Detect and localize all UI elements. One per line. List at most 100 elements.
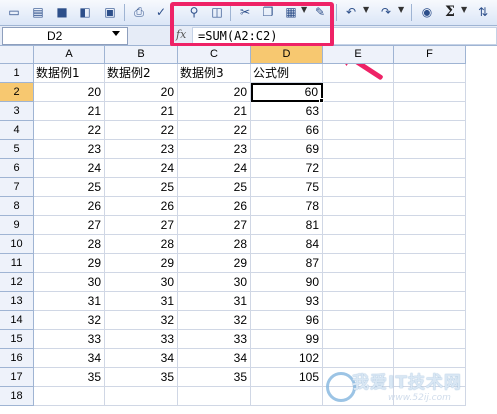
cell-d1[interactable]: 公式例 <box>251 64 323 83</box>
cell-d3[interactable]: 63 <box>251 102 323 121</box>
cell-e1[interactable] <box>323 64 394 83</box>
cell-c1[interactable]: 数据例3 <box>178 64 251 83</box>
cell-c14[interactable]: 32 <box>178 311 251 330</box>
cell-a13[interactable]: 31 <box>34 292 105 311</box>
cell-b16[interactable]: 34 <box>105 349 178 368</box>
cell-f13[interactable] <box>394 292 466 311</box>
cell-c4[interactable]: 22 <box>178 121 251 140</box>
cell-f9[interactable] <box>394 216 466 235</box>
cell-e2[interactable] <box>323 83 394 102</box>
cell-d12[interactable]: 90 <box>251 273 323 292</box>
cell-c7[interactable]: 25 <box>178 178 251 197</box>
print-icon[interactable]: ▣ <box>101 3 119 21</box>
cell-c18[interactable] <box>178 387 251 406</box>
cell-e4[interactable] <box>323 121 394 140</box>
cell-d6[interactable]: 72 <box>251 159 323 178</box>
row-header-2[interactable]: 2 <box>0 83 34 102</box>
cell-a9[interactable]: 27 <box>34 216 105 235</box>
cell-f11[interactable] <box>394 254 466 273</box>
autosum-dropdown-arrow[interactable]: ▼ <box>461 5 467 14</box>
cell-e5[interactable] <box>323 140 394 159</box>
name-box[interactable]: D2 <box>2 27 128 45</box>
cell-d17[interactable]: 105 <box>251 368 323 387</box>
copy-icon[interactable]: ❐ <box>259 3 277 21</box>
cell-c12[interactable]: 30 <box>178 273 251 292</box>
cell-c15[interactable]: 33 <box>178 330 251 349</box>
cell-a10[interactable]: 28 <box>34 235 105 254</box>
row-header-10[interactable]: 10 <box>0 235 34 254</box>
fill-handle[interactable] <box>319 98 324 103</box>
row-header-12[interactable]: 12 <box>0 273 34 292</box>
cell-e12[interactable] <box>323 273 394 292</box>
new-icon[interactable]: ▭ <box>5 3 23 21</box>
cell-f10[interactable] <box>394 235 466 254</box>
undo-dropdown-arrow[interactable]: ▼ <box>363 5 369 14</box>
cell-c17[interactable]: 35 <box>178 368 251 387</box>
cell-d13[interactable]: 93 <box>251 292 323 311</box>
cell-a2[interactable]: 20 <box>34 83 105 102</box>
row-header-6[interactable]: 6 <box>0 159 34 178</box>
cell-b9[interactable]: 27 <box>105 216 178 235</box>
cell-d10[interactable]: 84 <box>251 235 323 254</box>
spell-check-icon[interactable]: ✓ <box>152 3 170 21</box>
cut-icon[interactable]: ✂ <box>236 3 254 21</box>
cell-a15[interactable]: 33 <box>34 330 105 349</box>
cell-f2[interactable] <box>394 83 466 102</box>
cell-a8[interactable]: 26 <box>34 197 105 216</box>
cell-f3[interactable] <box>394 102 466 121</box>
cell-b18[interactable] <box>105 387 178 406</box>
cell-e9[interactable] <box>323 216 394 235</box>
cell-f6[interactable] <box>394 159 466 178</box>
cell-f12[interactable] <box>394 273 466 292</box>
cell-a5[interactable]: 23 <box>34 140 105 159</box>
column-header-f[interactable]: F <box>394 46 466 64</box>
paste-icon[interactable]: ▦ <box>282 3 300 21</box>
cell-a3[interactable]: 21 <box>34 102 105 121</box>
cell-a17[interactable]: 35 <box>34 368 105 387</box>
column-header-e[interactable]: E <box>323 46 394 64</box>
save-icon[interactable]: ■ <box>53 3 71 21</box>
column-header-c[interactable]: C <box>178 46 251 64</box>
row-header-7[interactable]: 7 <box>0 178 34 197</box>
cell-e13[interactable] <box>323 292 394 311</box>
undo-icon[interactable]: ↶ <box>342 3 360 21</box>
cell-d2[interactable]: 60 <box>251 83 323 102</box>
column-header-a[interactable]: A <box>34 46 105 64</box>
cell-b3[interactable]: 21 <box>105 102 178 121</box>
cell-b8[interactable]: 26 <box>105 197 178 216</box>
cell-a11[interactable]: 29 <box>34 254 105 273</box>
row-header-3[interactable]: 3 <box>0 102 34 121</box>
row-header-8[interactable]: 8 <box>0 197 34 216</box>
row-header-5[interactable]: 5 <box>0 140 34 159</box>
research-book-icon[interactable]: ◫ <box>208 3 226 21</box>
cell-f1[interactable] <box>394 64 466 83</box>
name-box-dropdown-icon[interactable] <box>112 31 120 36</box>
cell-c16[interactable]: 34 <box>178 349 251 368</box>
insert-function-icon[interactable]: fx <box>176 28 186 41</box>
paste-dropdown-arrow[interactable]: ▼ <box>301 5 307 14</box>
row-header-1[interactable]: 1 <box>0 64 34 83</box>
cell-e11[interactable] <box>323 254 394 273</box>
cell-b14[interactable]: 32 <box>105 311 178 330</box>
cell-b5[interactable]: 23 <box>105 140 178 159</box>
cell-d11[interactable]: 87 <box>251 254 323 273</box>
row-header-13[interactable]: 13 <box>0 292 34 311</box>
row-header-4[interactable]: 4 <box>0 121 34 140</box>
print-preview-icon[interactable]: ⎙ <box>130 3 148 21</box>
cell-b12[interactable]: 30 <box>105 273 178 292</box>
cell-b17[interactable]: 35 <box>105 368 178 387</box>
cell-b7[interactable]: 25 <box>105 178 178 197</box>
hyperlink-icon[interactable]: ◉ <box>418 3 436 21</box>
cell-c11[interactable]: 29 <box>178 254 251 273</box>
cell-a6[interactable]: 24 <box>34 159 105 178</box>
format-painter-icon[interactable]: ✎ <box>311 3 329 21</box>
cell-e6[interactable] <box>323 159 394 178</box>
row-header-18[interactable]: 18 <box>0 387 34 406</box>
cell-b1[interactable]: 数据例2 <box>105 64 178 83</box>
cell-e14[interactable] <box>323 311 394 330</box>
cell-c5[interactable]: 23 <box>178 140 251 159</box>
cell-a4[interactable]: 22 <box>34 121 105 140</box>
open-icon[interactable]: ▤ <box>29 3 47 21</box>
cell-d8[interactable]: 78 <box>251 197 323 216</box>
cell-d18[interactable] <box>251 387 323 406</box>
